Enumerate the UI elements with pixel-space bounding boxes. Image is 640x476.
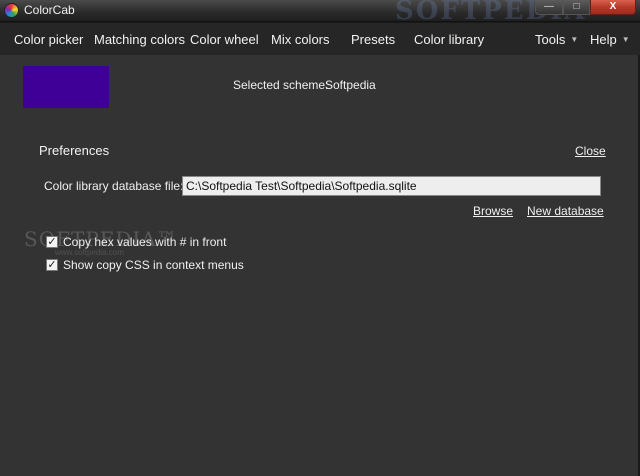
minimize-button[interactable]: — (535, 0, 563, 15)
copy-hex-label: Copy hex values with # in front (63, 235, 227, 249)
menu-bar: Color picker Matching colors Color wheel… (0, 23, 640, 55)
database-file-input[interactable] (182, 176, 601, 196)
browse-link[interactable]: Browse (473, 204, 513, 218)
menu-presets[interactable]: Presets (351, 32, 395, 47)
menu-matching-colors[interactable]: Matching colors (94, 32, 185, 47)
menu-color-library[interactable]: Color library (414, 32, 484, 47)
softpedia-watermark-url: www.softpedia.com (55, 248, 124, 257)
window-title: ColorCab (24, 3, 75, 17)
close-preferences-link[interactable]: Close (575, 144, 606, 158)
chevron-down-icon: ▼ (570, 35, 579, 44)
preferences-title: Preferences (39, 143, 110, 158)
app-icon (4, 3, 19, 18)
menu-tools[interactable]: Tools ▼ (535, 32, 578, 47)
maximize-button[interactable]: □ (563, 0, 590, 15)
color-swatch[interactable] (23, 66, 109, 108)
menu-tools-label: Tools (535, 32, 566, 47)
main-panel: Selected scheme: Softpedia Preferences C… (0, 55, 640, 476)
menu-color-wheel[interactable]: Color wheel (190, 32, 259, 47)
new-database-link[interactable]: New database (527, 204, 604, 218)
show-css-label: Show copy CSS in context menus (63, 258, 244, 272)
menu-mix-colors[interactable]: Mix colors (271, 32, 330, 47)
show-css-checkbox[interactable]: ✓ (46, 259, 58, 271)
menu-help[interactable]: Help ▼ (590, 32, 630, 47)
selected-scheme-label: Selected scheme: (233, 78, 329, 92)
menu-help-label: Help (590, 32, 617, 47)
title-bar: ColorCab SOFTPEDIA — □ X (0, 0, 640, 26)
chevron-down-icon: ▼ (621, 35, 630, 44)
close-window-button[interactable]: X (590, 0, 636, 15)
database-file-label: Color library database file: (44, 179, 184, 193)
copy-hex-checkbox[interactable]: ✓ (46, 236, 58, 248)
selected-scheme-value: Softpedia (325, 78, 376, 92)
menu-color-picker[interactable]: Color picker (14, 32, 83, 47)
